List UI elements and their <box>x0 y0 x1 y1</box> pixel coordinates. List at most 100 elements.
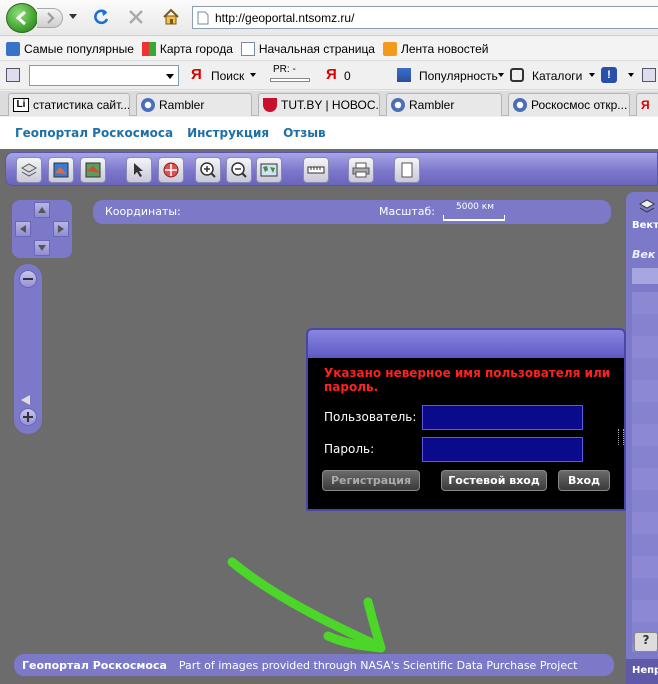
zoom-in-button[interactable] <box>19 408 37 426</box>
pan-tool-button[interactable] <box>158 157 184 183</box>
zoom-out-tool-button[interactable] <box>226 157 252 183</box>
tab-label: Rambler <box>409 98 455 112</box>
register-button[interactable]: Регистрация <box>322 470 420 491</box>
password-field[interactable] <box>422 437 583 462</box>
panel-resize-handle[interactable] <box>618 429 624 445</box>
pan-left-button[interactable] <box>15 221 31 237</box>
zoom-out-icon <box>231 162 247 178</box>
map-layer-button[interactable] <box>48 157 74 183</box>
panel-header[interactable]: Вект <box>632 220 658 231</box>
pan-icon <box>163 162 179 178</box>
tab-tutby[interactable]: TUT.BY | НОВОС... <box>258 93 380 116</box>
toolbar-grip-icon <box>642 68 656 82</box>
pan-down-button[interactable] <box>34 240 50 256</box>
catalogs-icon <box>510 68 524 82</box>
zoom-out-button[interactable] <box>19 270 37 288</box>
map-icon <box>141 41 156 56</box>
zoom-slider[interactable] <box>14 264 42 434</box>
home-button[interactable] <box>160 6 182 28</box>
image-layer-icon <box>85 162 101 178</box>
panel-list[interactable] <box>632 292 658 652</box>
map-application[interactable]: Координаты: Масштаб: 5000 км Вект Век ? … <box>0 149 658 684</box>
pan-right-button[interactable] <box>53 221 69 237</box>
browser-nav-bar: http://geoportal.ntsomz.ru/ <box>0 0 658 36</box>
info-button[interactable] <box>394 157 420 183</box>
address-text: http://geoportal.ntsomz.ru/ <box>215 10 355 25</box>
tab-rambler-2[interactable]: Rambler <box>386 93 502 116</box>
bookmark-news-feed[interactable]: Лента новостей <box>382 41 488 56</box>
tab-roscosmos[interactable]: Роскосмос откр... <box>508 93 630 116</box>
reload-icon <box>94 9 109 25</box>
pagerank-label: PR: - <box>273 64 296 75</box>
coordinates-bar: Координаты: Масштаб: 5000 км <box>93 200 611 224</box>
password-label: Пароль: <box>324 442 375 456</box>
yandex-logo-icon: Я <box>641 98 650 112</box>
layers-button[interactable] <box>16 157 42 183</box>
yandex-toolbar: Я Поиск PR: - Я 0 Популярность Каталоги … <box>0 62 658 90</box>
panel-footer[interactable]: Непр <box>626 659 658 684</box>
tab-label: TUT.BY | НОВОС... <box>281 98 380 112</box>
layers-icon <box>20 163 38 177</box>
measure-button[interactable] <box>303 157 329 183</box>
alert-icon[interactable]: ! <box>601 67 617 83</box>
stop-button[interactable] <box>125 6 147 28</box>
image-layer-button[interactable] <box>80 157 106 183</box>
help-button[interactable]: ? <box>634 632 658 652</box>
panel-tab[interactable] <box>632 268 658 284</box>
bookmark-popular-icon <box>6 41 20 56</box>
history-dropdown-icon[interactable] <box>69 14 77 19</box>
page-icon <box>240 41 255 56</box>
pan-up-button[interactable] <box>34 202 50 218</box>
yandex-search-input[interactable] <box>29 65 179 86</box>
arrow-left-icon <box>20 225 26 233</box>
tab-rambler-1[interactable]: Rambler <box>136 93 252 116</box>
nav-link-home[interactable]: Геопортал Роскосмоса <box>15 126 173 140</box>
arrow-down-icon <box>38 245 46 251</box>
back-button[interactable] <box>6 3 38 33</box>
li-icon: Li <box>13 98 29 112</box>
printer-icon <box>352 162 370 178</box>
page-icon <box>197 11 209 24</box>
popularity-button[interactable]: Популярность <box>419 69 498 83</box>
reload-button[interactable] <box>90 6 112 28</box>
zoom-in-icon <box>200 162 216 178</box>
layers-icon <box>638 199 656 213</box>
full-extent-button[interactable] <box>256 157 282 183</box>
select-tool-button[interactable] <box>126 157 152 183</box>
catalogs-button[interactable]: Каталоги <box>532 69 582 83</box>
chevron-down-icon[interactable] <box>498 73 504 77</box>
yandex-tic-icon: Я <box>326 66 337 83</box>
chevron-down-icon[interactable] <box>589 73 595 77</box>
bookmark-popular[interactable]: Самые популярные <box>6 41 134 56</box>
chevron-down-icon[interactable] <box>628 73 634 77</box>
bookmark-city-map[interactable]: Карта города <box>141 41 233 56</box>
yandex-search-button[interactable]: Поиск <box>211 69 244 83</box>
yandex-logo-icon: Я <box>191 66 202 83</box>
guest-login-button[interactable]: Гостевой вход <box>441 470 547 491</box>
chevron-down-icon[interactable] <box>166 74 174 79</box>
nav-link-feedback[interactable]: Отзыв <box>283 126 326 140</box>
tab-statistics[interactable]: Li статистика сайт... <box>8 93 130 116</box>
tic-counter: 0 <box>344 69 351 83</box>
pointer-icon <box>134 163 143 177</box>
arrow-up-icon <box>38 207 46 213</box>
zoom-level-marker[interactable] <box>21 395 30 405</box>
forward-button[interactable] <box>37 8 63 28</box>
username-field[interactable] <box>422 405 583 430</box>
coordinates-label: Координаты: <box>105 205 181 218</box>
back-arrow-icon <box>15 10 26 26</box>
tab-strip: Li статистика сайт... Rambler TUT.BY | Н… <box>0 91 658 116</box>
nav-link-instructions[interactable]: Инструкция <box>187 126 269 140</box>
print-button[interactable] <box>348 157 374 183</box>
chevron-down-icon[interactable] <box>250 73 256 77</box>
dialog-titlebar[interactable] <box>308 330 624 358</box>
bookmark-start-page[interactable]: Начальная страница <box>240 41 375 56</box>
scale-value: 5000 км <box>456 202 494 212</box>
home-icon <box>163 8 179 25</box>
tab-label: Роскосмос откр... <box>531 98 628 112</box>
login-button[interactable]: Вход <box>558 470 610 491</box>
address-bar[interactable]: http://geoportal.ntsomz.ru/ <box>192 6 658 29</box>
zoom-in-tool-button[interactable] <box>195 157 221 183</box>
tab-yandex[interactable]: Я <box>636 93 658 116</box>
scale-label: Масштаб: <box>379 205 435 218</box>
